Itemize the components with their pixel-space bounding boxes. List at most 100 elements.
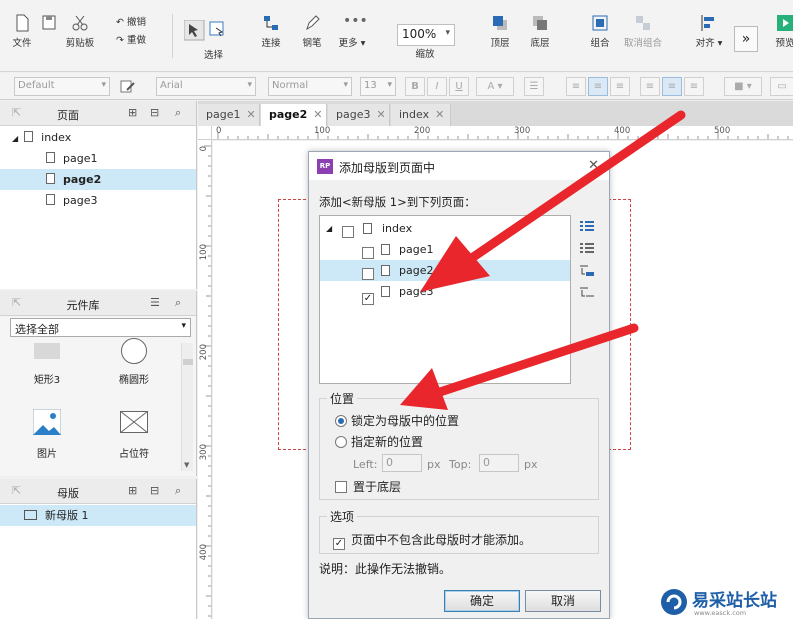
cancel-button[interactable]: 取消 (525, 590, 601, 612)
file-icon (16, 14, 29, 32)
add-folder-icon[interactable]: ⊟ (150, 484, 159, 497)
text-align-right-button[interactable]: ≡ (610, 77, 630, 96)
widget-label: 矩形3 (33, 375, 61, 386)
group-button[interactable]: 组合 (585, 14, 615, 49)
checklist-item-page1[interactable]: page1 (320, 239, 570, 260)
search-icon[interactable]: ⌕ (175, 484, 181, 498)
text-align-center-button[interactable]: ≡ (588, 77, 608, 96)
page-item-page2[interactable]: page2 (0, 169, 196, 190)
text-align-left-button[interactable]: ≡ (566, 77, 586, 96)
uncheck-children-icon[interactable] (579, 286, 595, 300)
close-icon[interactable]: ✕ (435, 108, 444, 121)
widgets-scrollbar[interactable]: ▼ (181, 343, 193, 471)
checklist-item-index[interactable]: ◢ index (320, 218, 570, 239)
tree-expand-icon[interactable]: ◢ (12, 134, 18, 143)
fill-color-button[interactable]: ■ ▾ (724, 77, 762, 96)
radio-selected[interactable] (335, 415, 347, 427)
ungroup-button[interactable]: 取消组合 (622, 14, 664, 49)
undo-button[interactable]: ↶ 撤销 (116, 14, 156, 28)
align-button[interactable]: 对齐 ▾ (694, 14, 724, 49)
redo-button[interactable]: ↷ 重做 (116, 32, 156, 46)
checkbox-checked[interactable]: ✓ (333, 538, 345, 550)
bullet-list-button[interactable]: ☰ (524, 77, 544, 96)
italic-button[interactable]: I (427, 77, 447, 96)
tab-page2[interactable]: page2 ✕ (261, 104, 327, 126)
checkbox[interactable] (342, 226, 354, 238)
scrollbar-thumb[interactable] (183, 359, 193, 365)
zoom-select[interactable]: 100% ▾ (397, 24, 455, 46)
lock-position-radio[interactable]: 锁定为母版中的位置 (335, 412, 459, 429)
close-icon[interactable]: ✕ (313, 108, 322, 121)
underline-button[interactable]: U (449, 77, 469, 96)
image-widget-icon[interactable] (32, 408, 62, 436)
valign-top-button[interactable]: ≡ (640, 77, 660, 96)
ellipse-widget-icon[interactable] (121, 338, 147, 364)
bring-to-top-button[interactable]: 顶层 (485, 14, 515, 49)
font-weight-select[interactable]: Normal (268, 77, 352, 96)
widget-library-select[interactable]: 选择全部 ▾ (10, 318, 191, 337)
font-select[interactable]: Arial (156, 77, 256, 96)
bring-front-icon (493, 16, 507, 30)
more-tools-button[interactable]: ••• 更多 ▾ (336, 14, 368, 49)
style-select[interactable]: Default (14, 77, 110, 96)
bold-button[interactable]: B (405, 77, 425, 96)
close-icon[interactable]: ✕ (376, 108, 385, 121)
checkbox[interactable] (362, 247, 374, 259)
placeholder-widget-icon[interactable] (119, 410, 149, 434)
check-children-icon[interactable] (579, 264, 595, 278)
checkbox[interactable] (335, 481, 347, 493)
uncheck-all-icon[interactable] (579, 242, 595, 256)
ruler-label: 200 (199, 344, 209, 361)
connect-tool-button[interactable]: 连接 (258, 14, 284, 49)
page-icon (46, 173, 55, 184)
clipboard-button[interactable]: 剪贴板 (62, 14, 98, 49)
expand-toolbar-button[interactable]: » (734, 26, 758, 52)
add-master-icon[interactable]: ⊞ (128, 484, 137, 497)
file-button[interactable]: 文件 (8, 14, 36, 49)
page-item-page1[interactable]: page1 (0, 148, 196, 169)
close-icon[interactable]: ✕ (588, 158, 599, 173)
tab-page3[interactable]: page3 ✕ (328, 104, 390, 126)
add-page-icon[interactable]: ⊞ (128, 106, 137, 119)
select-icon (184, 20, 205, 41)
radio[interactable] (335, 436, 347, 448)
page-item-page3[interactable]: page3 (0, 190, 196, 211)
valign-bottom-button[interactable]: ≡ (684, 77, 704, 96)
font-size-select[interactable]: 13 (360, 77, 396, 96)
close-icon[interactable]: ✕ (246, 108, 255, 121)
page-item-index[interactable]: ◢ index (0, 127, 196, 148)
checkbox[interactable] (362, 268, 374, 280)
add-folder-icon[interactable]: ⊟ (150, 106, 159, 119)
scroll-down-icon[interactable]: ▼ (184, 461, 189, 469)
checkbox-checked[interactable]: ✓ (362, 293, 374, 305)
send-to-bottom-button[interactable]: 底层 (525, 14, 555, 49)
left-input[interactable]: 0 (382, 454, 422, 472)
edit-style-icon[interactable] (120, 79, 136, 94)
font-color-button[interactable]: A ▾ (476, 77, 514, 96)
menu-icon[interactable]: ☰ (150, 296, 160, 309)
preview-button[interactable]: 预览 (770, 14, 793, 49)
tab-index[interactable]: index ✕ (391, 104, 451, 126)
search-icon[interactable]: ⌕ (175, 296, 181, 310)
checklist-item-page3[interactable]: ✓ page3 (320, 281, 570, 305)
new-position-radio[interactable]: 指定新的位置 (335, 433, 423, 450)
checklist-item-page2[interactable]: page2 (320, 260, 570, 281)
top-input[interactable]: 0 (479, 454, 519, 472)
ok-button[interactable]: 确定 (444, 590, 520, 612)
line-color-button[interactable]: ▭ (770, 77, 793, 96)
save-button[interactable] (40, 14, 56, 35)
select-tool-button[interactable]: 选择 (184, 20, 224, 61)
search-icon[interactable]: ⌕ (175, 106, 181, 120)
check-all-icon[interactable] (579, 220, 595, 234)
widgets-panel: ⇱ 元件库 ☰ ⌕ 选择全部 ▾ 矩形3 椭圆形 图片 占位符 ▼ (0, 291, 197, 476)
tree-expand-icon[interactable]: ◢ (326, 218, 332, 239)
valign-middle-button[interactable]: ≡ (662, 77, 682, 96)
send-to-bottom-checkbox[interactable]: 置于底层 (335, 478, 401, 495)
pen-tool-button[interactable]: 钢笔 (299, 14, 325, 49)
master-item[interactable]: 新母版 1 (0, 505, 196, 526)
ruler-ticks (217, 132, 789, 139)
tab-page1[interactable]: page1 ✕ (198, 104, 260, 126)
only-if-absent-checkbox[interactable]: ✓ 页面中不包含此母版时才能添加。 (333, 531, 531, 550)
ruler-label: 400 (199, 544, 209, 561)
rectangle-widget-icon[interactable] (34, 343, 60, 359)
